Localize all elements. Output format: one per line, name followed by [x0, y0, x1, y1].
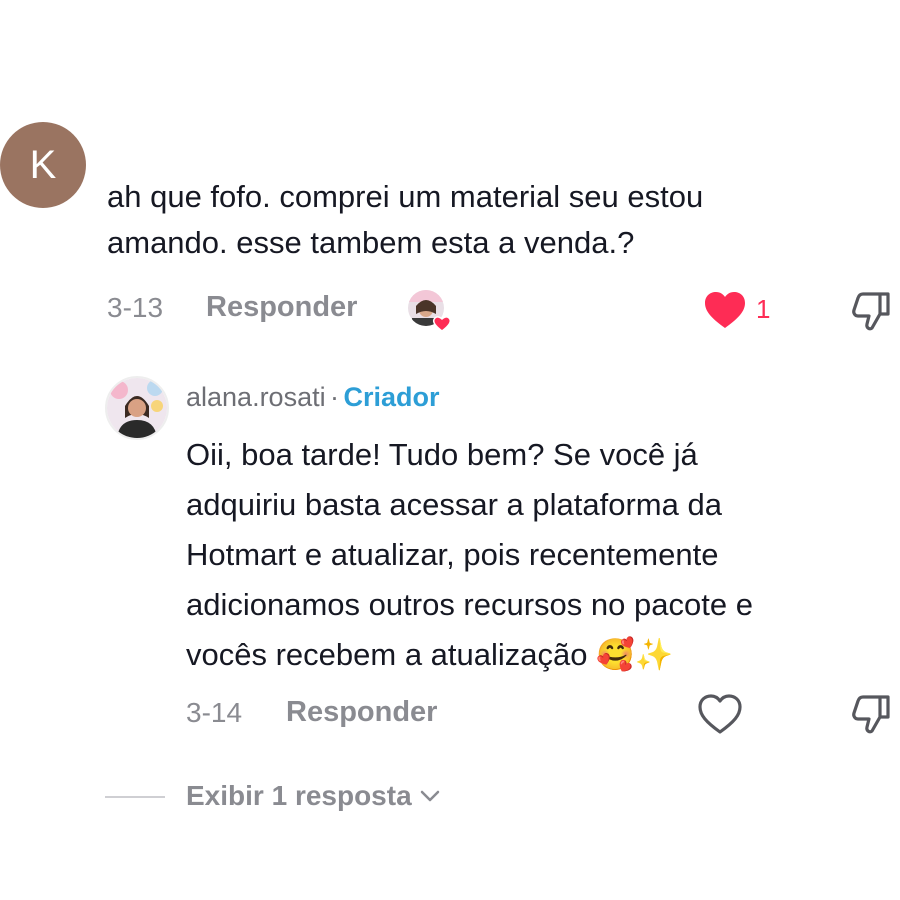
comment-text-line: ah que fofo. comprei um material seu est…	[107, 179, 704, 214]
reply-text-line: adquiriu basta acessar a plataforma da	[186, 487, 722, 522]
like-button[interactable]	[703, 290, 747, 330]
creator-avatar-small	[408, 290, 452, 332]
view-replies-label: Exibir 1 resposta	[186, 780, 412, 811]
reply-reply-button[interactable]: Responder	[286, 696, 437, 729]
reply-text-line: Oii, boa tarde! Tudo bem? Se você já	[186, 437, 698, 472]
avatar-letter: K	[29, 142, 57, 187]
comment-reply-button[interactable]: Responder	[206, 291, 357, 324]
heart-outline-icon	[698, 694, 742, 734]
thumbs-down-icon	[852, 695, 890, 734]
reply-text-line: Hotmart e atualizar, pois recentemente	[186, 537, 719, 572]
reply-text-line: vocês recebem a atualização 🥰✨	[186, 630, 896, 680]
reply-username[interactable]: alana.rosati	[186, 382, 326, 412]
reply-text-last: vocês recebem a atualização	[186, 637, 588, 672]
divider-line	[105, 796, 165, 798]
creator-liked-indicator	[406, 288, 454, 332]
separator-dot: ·	[330, 382, 340, 412]
reply-avatar-image	[107, 378, 167, 438]
reply-dislike-button[interactable]	[850, 693, 892, 735]
comment-text-line: amando. esse tambem esta a venda.?	[107, 225, 635, 260]
heart-small-icon	[432, 316, 452, 332]
heart-filled-icon	[705, 292, 745, 328]
like-count: 1	[756, 294, 771, 324]
dislike-button[interactable]	[850, 290, 892, 332]
comment-text: ah que fofo. comprei um material seu est…	[107, 174, 887, 266]
commenter-avatar[interactable]: K	[0, 122, 86, 208]
view-replies-button[interactable]: Exibir 1 resposta	[186, 780, 440, 812]
comment-date: 3-13	[107, 292, 164, 323]
creator-badge: Criador	[343, 382, 440, 412]
reply-date: 3-14	[186, 697, 243, 728]
reply-avatar[interactable]	[105, 376, 169, 440]
reply-text: Oii, boa tarde! Tudo bem? Se você já adq…	[186, 430, 896, 680]
reply-like-button[interactable]	[697, 693, 743, 735]
thumbs-down-icon	[852, 292, 890, 331]
chevron-down-icon	[420, 790, 439, 802]
reply-text-line: adicionamos outros recursos no pacote e	[186, 587, 753, 622]
reply-header: alana.rosati · Criador	[186, 382, 440, 413]
reply-emoji: 🥰✨	[596, 637, 674, 672]
